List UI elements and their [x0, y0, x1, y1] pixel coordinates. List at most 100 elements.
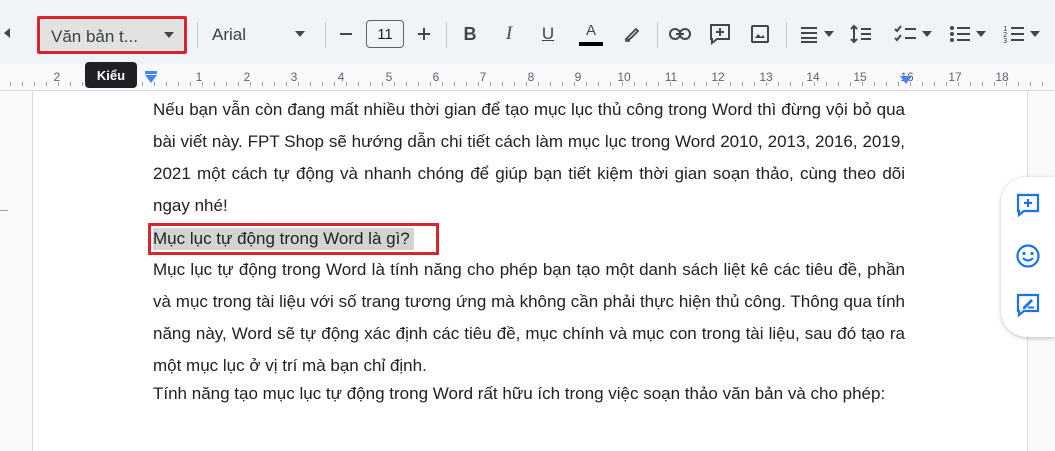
ruler-tick: [382, 82, 383, 86]
ruler[interactable]: 21123456789101112131415161718: [0, 64, 1055, 91]
ruler-tick: [946, 82, 947, 86]
paragraph-definition[interactable]: Mục lục tự động trong Word là tính năng …: [153, 254, 905, 382]
ruler-tick: [502, 82, 503, 86]
paragraph-features[interactable]: Tính năng tạo mục lục tự động trong Word…: [153, 378, 905, 410]
ruler-tick: [466, 82, 467, 86]
paragraph-style-select[interactable]: Văn bản t...: [37, 16, 187, 54]
ruler-tick: [826, 82, 827, 86]
align-icon[interactable]: [797, 22, 835, 46]
ruler-tick: [538, 82, 539, 86]
link-icon[interactable]: [668, 22, 692, 46]
suggest-edits-icon[interactable]: [1014, 291, 1042, 319]
add-comment-icon[interactable]: [708, 22, 732, 46]
add-comment-icon[interactable]: [1014, 191, 1042, 219]
ruler-tick: [682, 82, 683, 86]
left-indent-marker[interactable]: [145, 71, 157, 74]
ruler-tick: [262, 82, 263, 86]
toolbar: Văn bản t... Arial 11 B I U A 1 2 3: [0, 0, 1055, 64]
ruler-tick: [214, 82, 215, 86]
ruler-tick: [142, 82, 143, 86]
ruler-label: 15: [853, 70, 867, 84]
ruler-label: 10: [617, 70, 631, 84]
ruler-tick: [994, 82, 995, 86]
ruler-tick: [478, 82, 479, 86]
ruler-label: 6: [432, 70, 440, 84]
ruler-tick: [298, 82, 299, 86]
ruler-tick: [190, 82, 191, 86]
ruler-tick: [982, 82, 983, 86]
text-color-icon[interactable]: A: [577, 20, 605, 48]
ruler-tick: [58, 82, 59, 86]
ruler-tick: [370, 82, 371, 86]
section-heading[interactable]: Mục lục tự động trong Word là gì?: [153, 228, 414, 250]
ruler-tick: [46, 82, 47, 86]
ruler-tick: [22, 82, 23, 86]
bold-icon[interactable]: B: [459, 23, 481, 45]
ruler-tick: [10, 82, 11, 86]
ruler-tick: [490, 82, 491, 86]
ruler-tick: [274, 82, 275, 86]
ruler-tick: [286, 82, 287, 86]
italic-icon[interactable]: I: [498, 23, 520, 45]
paragraph-intro[interactable]: Nếu bạn vẫn còn đang mất nhiều thời gian…: [153, 94, 905, 222]
numbered-list-icon[interactable]: 123: [998, 22, 1044, 46]
ruler-tick: [334, 82, 335, 86]
ruler-tick: [850, 82, 851, 86]
ruler-tick: [562, 82, 563, 86]
ruler-tick: [34, 82, 35, 86]
ruler-tick: [598, 82, 599, 86]
ruler-tick: [1006, 82, 1007, 86]
ruler-tick: [418, 82, 419, 86]
ruler-tick: [250, 82, 251, 86]
ruler-label: 2: [53, 70, 61, 84]
underline-icon[interactable]: U: [537, 22, 559, 46]
ruler-tick: [658, 82, 659, 86]
ruler-tick: [934, 82, 935, 86]
ruler-tick: [1018, 82, 1019, 86]
ruler-tick: [646, 82, 647, 86]
ruler-tick: [526, 82, 527, 86]
ruler-tick: [454, 82, 455, 86]
ruler-tick: [430, 82, 431, 86]
ruler-tick: [670, 82, 671, 86]
checklist-icon[interactable]: [891, 22, 935, 46]
bullet-list-icon[interactable]: [944, 22, 990, 46]
emoji-reaction-icon[interactable]: [1014, 242, 1042, 270]
ruler-tick: [790, 82, 791, 86]
image-icon[interactable]: [748, 22, 772, 46]
menu-caret-icon[interactable]: [2, 28, 12, 38]
ruler-tick: [70, 82, 71, 86]
ruler-tick: [226, 82, 227, 86]
svg-text:3: 3: [1003, 37, 1007, 44]
chevron-down-icon[interactable]: [293, 29, 307, 39]
right-indent-marker[interactable]: [900, 76, 912, 84]
ruler-tick: [958, 82, 959, 86]
first-line-indent-marker[interactable]: [145, 75, 157, 83]
paragraph-style-value: Văn bản t...: [51, 27, 138, 46]
font-select[interactable]: Arial: [212, 25, 246, 45]
chevron-down-icon: [164, 32, 174, 38]
ruler-tick: [178, 82, 179, 86]
ruler-label: 5: [385, 70, 393, 84]
ruler-tick: [442, 82, 443, 86]
ruler-label: 17: [948, 70, 962, 84]
ruler-tick: [610, 82, 611, 86]
ruler-tick: [310, 82, 311, 86]
ruler-tick: [346, 82, 347, 86]
ruler-tick: [550, 82, 551, 86]
ruler-tick: [886, 82, 887, 86]
ruler-tick: [322, 82, 323, 86]
ruler-tick: [814, 82, 815, 86]
ruler-label: 14: [806, 70, 820, 84]
line-spacing-icon[interactable]: [848, 22, 874, 46]
ruler-tick: [166, 82, 167, 86]
increase-font-icon[interactable]: [414, 24, 434, 44]
decrease-font-icon[interactable]: [336, 24, 356, 44]
ruler-tick: [634, 82, 635, 86]
font-size-input[interactable]: 11: [366, 20, 404, 48]
ruler-tick: [694, 82, 695, 86]
ruler-tick: [358, 82, 359, 86]
ruler-tick: [586, 82, 587, 86]
ruler-tick: [394, 82, 395, 86]
highlight-icon[interactable]: [621, 22, 643, 44]
